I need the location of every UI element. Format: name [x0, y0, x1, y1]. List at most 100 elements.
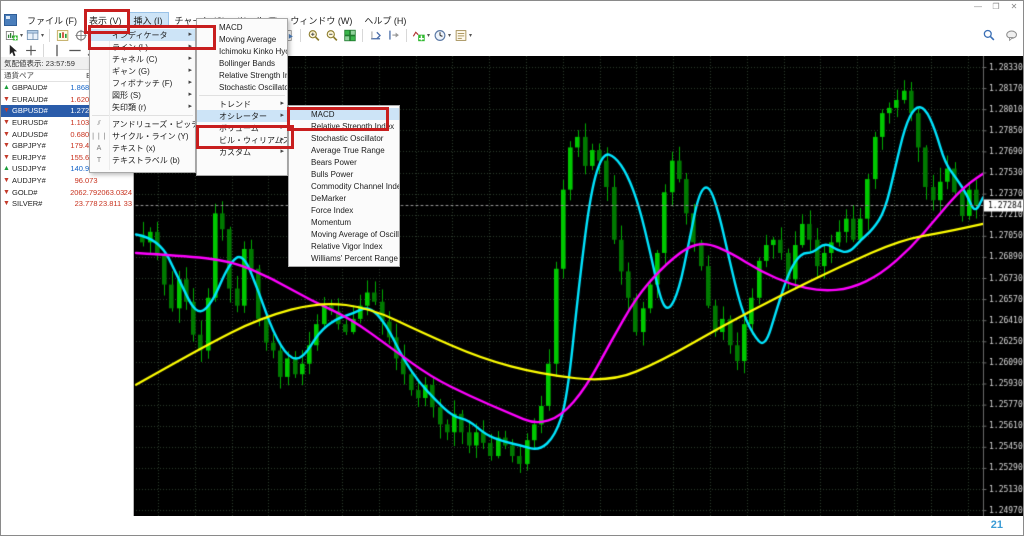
ask-value: 23.811	[98, 199, 122, 208]
bid-value: 2062.79	[52, 188, 97, 197]
bid-value: 96.073	[52, 176, 97, 185]
menu-item-label: Williams' Percent Range	[311, 254, 398, 263]
market-watch-row[interactable]: ▼SILVER#23.77823.81133	[1, 198, 133, 210]
menu-item-label: チャネル (C)	[112, 54, 157, 65]
periods-icon[interactable]: ▾	[433, 29, 451, 43]
indicator-menu-item-5[interactable]: Stochastic Oscillator	[197, 81, 287, 93]
menu-item-icon	[90, 65, 108, 77]
oscillator-menu-item-7[interactable]: DeMarker	[289, 192, 399, 204]
navigator-icon[interactable]	[73, 29, 88, 43]
symbol-label: ▼EURAUD#	[1, 95, 52, 104]
menu-item-icon: A	[90, 142, 108, 154]
menu-item-label: Bollinger Bands	[219, 59, 275, 68]
search-icon[interactable]	[981, 28, 996, 42]
indicator-menu-item-10[interactable]: ビル・ウィリアムス▸	[197, 134, 287, 146]
insert-menu-item-9[interactable]: ❘❘❘サイクル・ライン (Y)	[90, 130, 195, 142]
indicator-menu-item-8[interactable]: オシレーター▸	[197, 110, 287, 122]
indicator-menu-item-3[interactable]: Bollinger Bands	[197, 57, 287, 69]
menu-item-label: カスタム	[219, 147, 251, 158]
menubar-item-5[interactable]: ウィンドウ (W)	[284, 12, 358, 29]
oscillator-menu-item-3[interactable]: Average True Range	[289, 144, 399, 156]
oscillator-menu-item-4[interactable]: Bears Power	[289, 156, 399, 168]
close-button[interactable]: ✕	[1009, 3, 1019, 11]
tile-windows-icon[interactable]	[342, 29, 357, 43]
community-icon[interactable]	[1004, 28, 1019, 42]
submenu-arrow-icon: ▸	[188, 66, 192, 74]
oscillator-menu-item-9[interactable]: Momentum	[289, 216, 399, 228]
menu-separator	[92, 115, 193, 116]
insert-menu-item-8[interactable]: ⫽アンドリューズ・ピッチフォーク (A)	[90, 118, 195, 130]
indicator-menu-item-1[interactable]: Moving Average	[197, 33, 287, 45]
hline-icon[interactable]	[67, 44, 82, 58]
arrow-down-icon: ▼	[3, 107, 10, 114]
restore-button[interactable]: ❐	[991, 3, 1001, 11]
templates-icon[interactable]: ▾	[454, 29, 472, 43]
oscillator-menu-item-8[interactable]: Force Index	[289, 204, 399, 216]
indicators-icon[interactable]: ▾	[412, 29, 430, 43]
submenu-arrow-icon: ▸	[280, 147, 284, 155]
menubar-item-6[interactable]: ヘルプ (H)	[358, 12, 412, 29]
indicator-menu-item-7[interactable]: トレンド▸	[197, 98, 287, 110]
vline-icon[interactable]	[49, 44, 64, 58]
menu-item-label: トレンド	[219, 99, 251, 110]
insert-menu-item-0[interactable]: インディケータ▸	[90, 29, 195, 41]
chart-shift-icon[interactable]	[386, 29, 401, 43]
cursor-icon[interactable]	[5, 44, 20, 58]
indicator-menu-item-2[interactable]: Ichimoku Kinko Hyo	[197, 45, 287, 57]
menu-item-icon	[90, 89, 108, 101]
arrow-down-icon: ▼	[3, 131, 10, 138]
symbol-label: ▲USDJPY#	[1, 164, 52, 173]
insert-menu-item-4[interactable]: フィボナッチ (F)▸	[90, 77, 195, 89]
insert-menu-item-2[interactable]: チャネル (C)▸	[90, 53, 195, 65]
oscillator-menu-item-0[interactable]: MACD	[289, 108, 399, 120]
indicator-menu-item-11[interactable]: カスタム ▸	[197, 146, 287, 158]
zoom-out-icon[interactable]	[324, 29, 339, 43]
insert-menu-item-1[interactable]: ライン (L)▸	[90, 41, 195, 53]
auto-scroll-icon[interactable]	[368, 29, 383, 43]
toolbar-separator	[362, 29, 363, 42]
menu-item-label: フィボナッチ (F)	[112, 78, 172, 89]
insert-menu-item-10[interactable]: A テキスト (x)	[90, 142, 195, 154]
insert-menu-item-5[interactable]: 図形 (S)▸	[90, 89, 195, 101]
oscillator-menu-item-1[interactable]: Relative Strength Index	[289, 120, 399, 132]
menu-item-icon: ⫽	[90, 118, 108, 130]
symbol-label: ▼AUDUSD#	[1, 130, 52, 139]
arrow-down-icon: ▼	[3, 200, 10, 207]
menu-item-label: テキスト (x)	[112, 143, 155, 154]
market-watch-icon[interactable]	[55, 29, 70, 43]
profiles-icon[interactable]: ▾	[26, 29, 44, 43]
market-watch-row[interactable]: ▼AUDJPY#96.073	[1, 175, 133, 187]
menu-item-icon	[90, 77, 108, 89]
new-chart-icon[interactable]: ▾	[5, 29, 23, 43]
menu-item-label: Bulls Power	[311, 170, 353, 179]
oscillator-menu-item-5[interactable]: Bulls Power	[289, 168, 399, 180]
oscillator-menu-item-2[interactable]: Stochastic Oscillator	[289, 132, 399, 144]
menu-item-label: Force Index	[311, 206, 353, 215]
menu-item-icon	[90, 29, 108, 41]
indicator-menu-item-9[interactable]: ボリューム▸	[197, 122, 287, 134]
menu-item-label: MACD	[219, 23, 243, 32]
indicator-menu-item-4[interactable]: Relative Strength Index	[197, 69, 287, 81]
symbol-label: ▼EURJPY#	[1, 153, 52, 162]
insert-menu-item-3[interactable]: ギャン (G)▸	[90, 65, 195, 77]
crosshair-icon[interactable]	[23, 44, 38, 58]
minimize-button[interactable]: —	[973, 3, 983, 11]
oscillator-menu-item-6[interactable]: Commodity Channel Index	[289, 180, 399, 192]
insert-menu-item-6[interactable]: 矢印類 (r)▸	[90, 101, 195, 113]
menubar-item-0[interactable]: ファイル (F)	[21, 12, 83, 29]
indicator-menu-item-0[interactable]: MACD	[197, 21, 287, 33]
menu-item-label: Relative Strength Index	[311, 122, 394, 131]
submenu-arrow-icon: ▸	[280, 111, 284, 119]
menu-item-label: ライン (L)	[112, 42, 148, 53]
arrow-down-icon: ▼	[3, 119, 10, 126]
market-watch-row[interactable]: ▼GOLD#2062.792063.0324	[1, 186, 133, 198]
oscillator-menu-item-11[interactable]: Relative Vigor Index	[289, 240, 399, 252]
column-symbol[interactable]: 通貨ペア	[1, 70, 51, 81]
insert-menu-item-11[interactable]: Tテキストラベル (b)	[90, 154, 195, 166]
zoom-in-icon[interactable]	[306, 29, 321, 43]
menu-item-label: 図形 (S)	[112, 90, 141, 101]
menu-item-icon	[90, 101, 108, 113]
oscillator-menu-item-12[interactable]: Williams' Percent Range	[289, 252, 399, 264]
submenu-arrow-icon: ▸	[188, 102, 192, 110]
oscillator-menu-item-10[interactable]: Moving Average of Oscillator	[289, 228, 399, 240]
